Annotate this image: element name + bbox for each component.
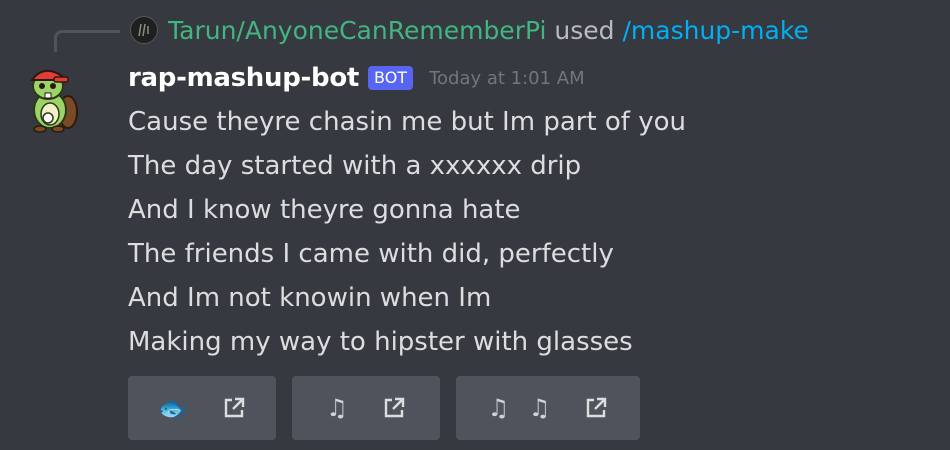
- message-header: rap-mashup-bot BOT Today at 1:01 AM: [128, 60, 585, 96]
- music-notes-icon: ♫ ♫: [487, 394, 557, 422]
- link-button-fish[interactable]: 🐟: [128, 376, 276, 440]
- message-line: Making my way to hipster with glasses: [128, 327, 633, 357]
- reply-spine: [54, 30, 120, 52]
- command-name-link[interactable]: /mashup-make: [622, 16, 808, 45]
- command-user-link[interactable]: Tarun/AnyoneCanRememberPi: [168, 16, 546, 45]
- beaver-mascot-icon[interactable]: [24, 62, 80, 134]
- band-logo-icon[interactable]: [130, 16, 158, 44]
- fish-emoji-icon: 🐟: [158, 394, 194, 422]
- author-name[interactable]: rap-mashup-bot: [128, 63, 359, 93]
- message-line: And Im not knowin when Im: [128, 283, 492, 313]
- link-button-music[interactable]: ♫: [292, 376, 440, 440]
- message-timestamp[interactable]: Today at 1:01 AM: [429, 68, 585, 89]
- message-content: Cause theyre chasin me but Im part of yo…: [128, 100, 928, 364]
- message-line: The day started with a xxxxxx drip: [128, 151, 582, 181]
- link-button-row: 🐟 ♫ ♫ ♫: [128, 376, 640, 440]
- external-link-icon: [584, 396, 608, 420]
- bot-badge: BOT: [368, 66, 414, 90]
- message-line: Cause theyre chasin me but Im part of yo…: [128, 107, 686, 137]
- external-link-icon: [222, 396, 246, 420]
- link-button-double-music[interactable]: ♫ ♫: [456, 376, 640, 440]
- command-used-label: used: [554, 16, 615, 45]
- command-text: Tarun/AnyoneCanRememberPi used /mashup-m…: [168, 15, 809, 47]
- external-link-icon: [382, 396, 406, 420]
- command-reply-header: Tarun/AnyoneCanRememberPi used /mashup-m…: [54, 10, 809, 52]
- message-line: The friends I came with did, perfectly: [128, 239, 614, 269]
- message-line: And I know theyre gonna hate: [128, 195, 521, 225]
- music-note-icon: ♫: [326, 394, 354, 422]
